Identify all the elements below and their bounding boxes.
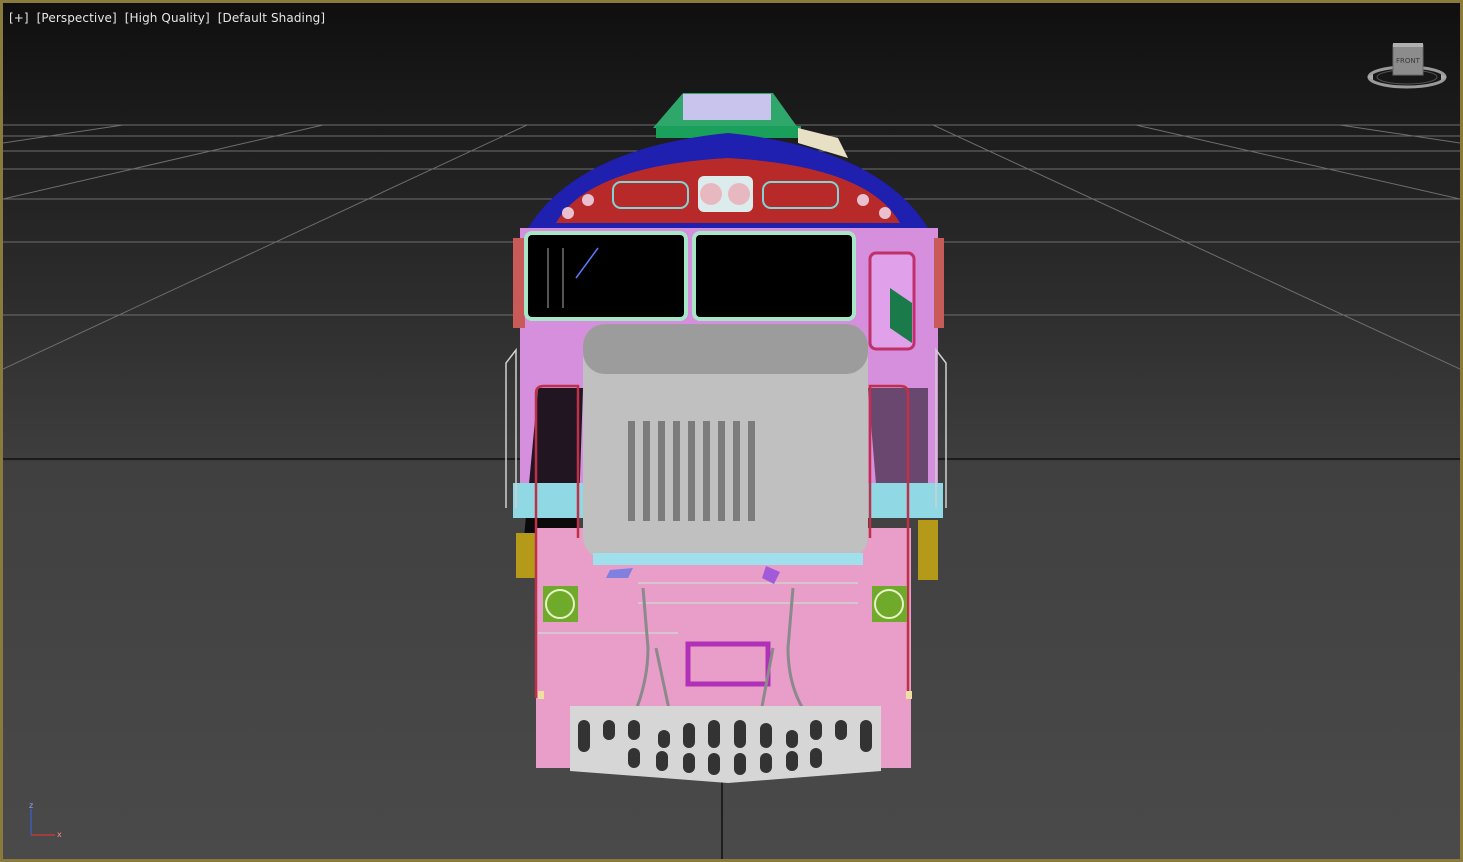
shading-label[interactable]: [Default Shading]	[218, 11, 325, 25]
axis-tripod: z x	[29, 801, 62, 839]
view-type-label[interactable]: [Perspective]	[37, 11, 117, 25]
axis-x-label: x	[57, 830, 62, 839]
viewcube[interactable]: FRONT	[1365, 41, 1449, 93]
viewport-menu-button[interactable]: [+]	[9, 11, 29, 25]
axis-z-label: z	[29, 801, 33, 810]
3d-viewport[interactable]: [+] [Perspective] [High Quality] [Defaul…	[0, 0, 1463, 862]
viewcube-front-label: FRONT	[1396, 57, 1421, 65]
locomotive-model[interactable]	[498, 88, 958, 788]
viewport-label-menu: [+] [Perspective] [High Quality] [Defaul…	[9, 11, 329, 25]
quality-label[interactable]: [High Quality]	[125, 11, 210, 25]
